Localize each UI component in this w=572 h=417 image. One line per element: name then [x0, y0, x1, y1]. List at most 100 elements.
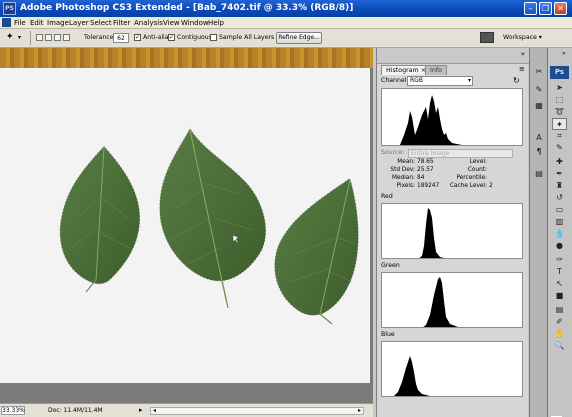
character-icon[interactable]: A: [533, 132, 545, 144]
shape-tool-icon[interactable]: ■: [552, 290, 567, 302]
subtract-selection-icon[interactable]: [54, 34, 61, 41]
close-icon: ✕: [557, 4, 564, 13]
lasso-tool-icon[interactable]: ➰: [552, 106, 567, 118]
source-label: Source:: [381, 149, 405, 156]
scroll-right-icon[interactable]: ▸: [358, 407, 361, 414]
tab-histogram[interactable]: Histogram ×: [381, 65, 431, 75]
printer-icon[interactable]: [480, 32, 494, 43]
restore-icon: ❐: [541, 4, 550, 13]
contiguous-label: Contiguous: [177, 34, 212, 41]
histogram-panel: » Histogram × Info ≡ Channel: RGB ▾ ↻ ⚠ …: [376, 48, 529, 417]
pen-tool-icon[interactable]: ✑: [552, 254, 567, 266]
brush-preset-icon[interactable]: ✎: [533, 84, 545, 96]
slice-tool-icon[interactable]: ✎: [552, 142, 567, 154]
stat-count-label: Count:: [467, 167, 487, 173]
zoom-tool-icon[interactable]: 🔍: [552, 340, 567, 352]
histogram-blue-graph: [394, 356, 430, 396]
gradient-tool-icon[interactable]: ▥: [552, 216, 567, 228]
leaf-right: [274, 177, 359, 325]
healing-brush-icon[interactable]: ✚: [552, 156, 567, 168]
channel-value: RGB: [410, 77, 423, 84]
menu-help[interactable]: Help: [208, 17, 224, 29]
close-button[interactable]: ✕: [554, 2, 567, 15]
sample-all-layers-checkbox[interactable]: [210, 34, 217, 41]
type-tool-icon[interactable]: T: [552, 266, 567, 278]
document-icon[interactable]: [2, 18, 11, 27]
brush-tool-icon[interactable]: ✒: [552, 168, 567, 180]
leaf-left: [59, 145, 141, 293]
menu-analysis[interactable]: Analysis: [134, 17, 163, 29]
doc-size-info[interactable]: Doc: 11.4M/11.4M: [48, 406, 103, 415]
stat-median-label: Median:: [391, 175, 415, 181]
path-selection-icon[interactable]: ↖: [552, 278, 567, 290]
menu-filter[interactable]: Filter: [113, 17, 130, 29]
paragraph-icon[interactable]: ¶: [533, 146, 545, 158]
stat-cache-label: Cache Level:: [449, 183, 487, 189]
clone-stamp-icon[interactable]: ♜: [552, 180, 567, 192]
menu-file[interactable]: File: [14, 17, 26, 29]
eyedropper-tool-icon[interactable]: ✐: [552, 316, 567, 328]
new-selection-icon[interactable]: [36, 34, 43, 41]
divider: [30, 31, 31, 45]
minimize-button[interactable]: –: [524, 2, 537, 15]
intersect-selection-icon[interactable]: [63, 34, 70, 41]
refine-edge-button[interactable]: Refine Edge...: [276, 32, 322, 44]
chevron-down-icon[interactable]: ▾: [18, 33, 21, 43]
horizontal-scrollbar[interactable]: ◂ ▸: [150, 407, 364, 415]
options-bar: ✦ ▾ Tolerance: 62 ✓ Anti-alias ✓ Contigu…: [0, 29, 572, 48]
menu-image[interactable]: Image: [47, 17, 69, 29]
refresh-icon[interactable]: ↻: [513, 76, 520, 85]
history-brush-icon[interactable]: ↺: [552, 192, 567, 204]
channel-select[interactable]: RGB ▾: [407, 76, 473, 86]
histogram-rgb-graph: [400, 95, 462, 145]
magic-wand-tool-icon[interactable]: ✦: [552, 118, 567, 130]
tolerance-input[interactable]: 62: [113, 33, 129, 43]
marquee-tool-icon[interactable]: ⬚: [552, 94, 567, 106]
tools-icon[interactable]: ✂: [533, 66, 545, 78]
leaf-middle: [159, 127, 267, 309]
scroll-left-icon[interactable]: ◂: [153, 407, 156, 414]
collapse-icon[interactable]: »: [562, 50, 566, 57]
layer-comps-icon[interactable]: ▦: [533, 100, 545, 112]
workspace-button[interactable]: Workspace ▾: [503, 33, 542, 43]
menu-edit[interactable]: Edit: [30, 17, 44, 29]
dodge-tool-icon[interactable]: ●: [552, 240, 567, 252]
histogram-red: [381, 203, 523, 259]
menu-select[interactable]: Select: [90, 17, 112, 29]
channel-red-label: Red: [381, 193, 393, 200]
notes-tool-icon[interactable]: ▤: [552, 304, 567, 316]
menu-bar: File Edit Image Layer Select Filter Anal…: [0, 17, 572, 29]
menu-layer[interactable]: Layer: [69, 17, 89, 29]
menu-view[interactable]: View: [163, 17, 180, 29]
source-select[interactable]: Entire Image: [408, 149, 513, 158]
panel-menu-icon[interactable]: ≡: [519, 65, 525, 73]
histogram-green: [381, 272, 523, 328]
eraser-tool-icon[interactable]: ▭: [552, 204, 567, 216]
hand-tool-icon[interactable]: ✋: [552, 328, 567, 340]
magic-wand-icon[interactable]: ✦: [6, 32, 14, 43]
collapse-arrows-icon[interactable]: »: [521, 50, 525, 58]
move-tool-icon[interactable]: ➤: [552, 82, 567, 94]
window-title: Adobe Photoshop CS3 Extended - [Bab_7402…: [20, 3, 354, 13]
contiguous-checkbox[interactable]: ✓: [168, 34, 175, 41]
notes-icon[interactable]: ▤: [533, 168, 545, 180]
photoshop-app-icon[interactable]: PS: [3, 2, 16, 15]
status-menu-arrow-icon[interactable]: ▸: [139, 406, 143, 415]
tools-panel: » Ps ➤ ⬚ ➰ ✦ ⌗ ✎ ✚ ✒ ♜ ↺ ▭ ▥ 💧 ● ✑ T ↖ ■…: [547, 48, 572, 417]
stat-mean-value: 78.65: [417, 159, 434, 165]
histogram-green-graph: [423, 277, 458, 327]
document-canvas[interactable]: [0, 48, 373, 403]
stat-level-label: Level:: [469, 159, 487, 165]
stat-cache-value: 2: [489, 183, 493, 189]
tab-histogram-label: Histogram: [386, 67, 419, 74]
histogram-blue: [381, 341, 523, 397]
crop-tool-icon[interactable]: ⌗: [552, 130, 567, 142]
tab-info[interactable]: Info: [425, 65, 447, 75]
zoom-field[interactable]: 33.33%: [1, 406, 25, 415]
blur-tool-icon[interactable]: 💧: [552, 228, 567, 240]
menu-window[interactable]: Window: [181, 17, 209, 29]
restore-button[interactable]: ❐: [539, 2, 552, 15]
anti-alias-checkbox[interactable]: ✓: [134, 34, 141, 41]
stat-percentile-label: Percentile:: [456, 175, 487, 181]
add-to-selection-icon[interactable]: [45, 34, 52, 41]
